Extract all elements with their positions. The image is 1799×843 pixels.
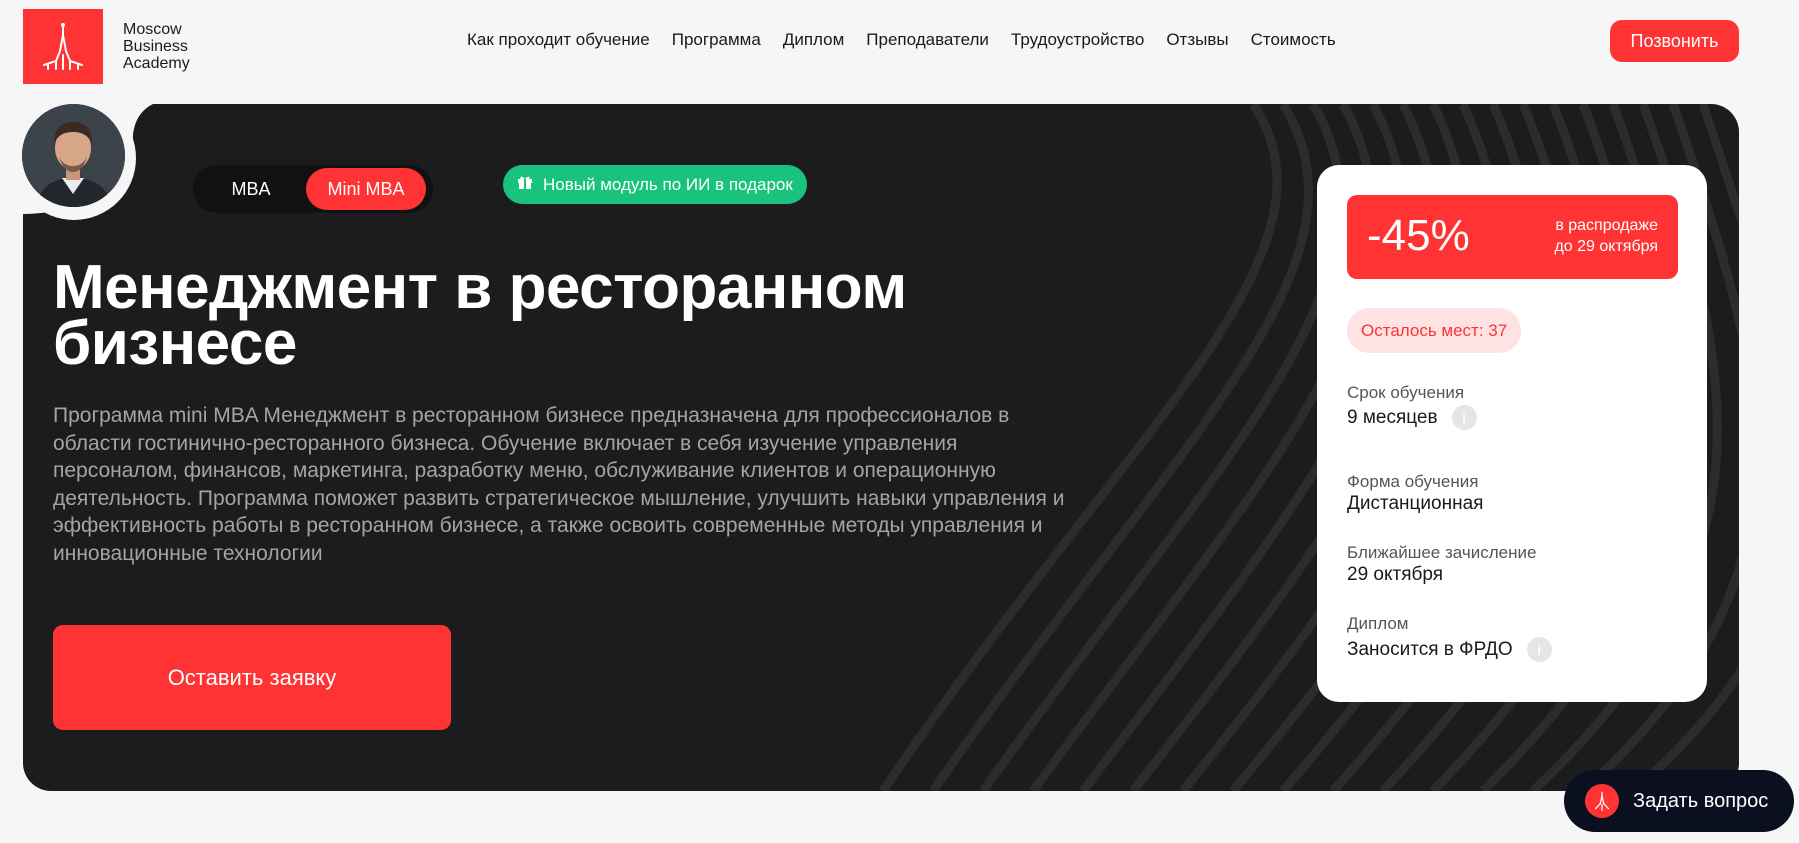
- gift-label: Новый модуль по ИИ в подарок: [543, 174, 793, 194]
- enroll-value-text: 29 октября: [1347, 564, 1444, 585]
- page-title-line: бизнесе: [53, 309, 297, 378]
- duration-label: Срок обучения: [1347, 383, 1465, 402]
- enroll-value: 29 октября: [1347, 564, 1443, 586]
- form-label: Форма обучения: [1347, 472, 1479, 491]
- sale-note-line: до 29 октября: [1554, 238, 1658, 255]
- nav-item-teachers[interactable]: Преподаватели: [866, 30, 989, 50]
- form-value-text: Дистанционная: [1347, 493, 1484, 514]
- nav-item-diploma[interactable]: Диплом: [783, 30, 844, 50]
- program-toggle: MBA Mini MBA: [193, 165, 433, 213]
- brand-name-line: Business: [123, 38, 188, 55]
- discount-banner: -45% в распродаже до 29 октября: [1347, 195, 1678, 279]
- program-info-card: -45% в распродаже до 29 октября Осталось…: [1317, 165, 1707, 702]
- brand-logo[interactable]: Moscow Business Academy: [23, 9, 233, 84]
- brand-name: Moscow Business Academy: [123, 21, 233, 72]
- ask-question-button[interactable]: Задать вопрос: [1564, 770, 1794, 832]
- description-line: деятельность. Программа поможет развить …: [53, 486, 1065, 510]
- nav-item-learning[interactable]: Как проходит обучение: [467, 30, 650, 50]
- sale-note: в распродаже до 29 октября: [1554, 215, 1658, 257]
- apply-button[interactable]: Оставить заявку: [53, 625, 451, 730]
- program-description: Программа mini MBA Менеджмент в ресторан…: [53, 402, 1163, 567]
- nav-item-employment[interactable]: Трудоустройство: [1011, 30, 1144, 50]
- call-button[interactable]: Позвонить: [1610, 20, 1739, 62]
- diploma-value: Заносится в ФРДО: [1347, 638, 1513, 660]
- description-line: эффективность работы в ресторанном бизне…: [53, 514, 1043, 537]
- seats-left-badge: Осталось мест: 37: [1347, 308, 1522, 353]
- description-line: Программа mini MBA Менеджмент в ресторан…: [53, 404, 1010, 427]
- kremlin-logo-icon: [1585, 784, 1619, 818]
- ask-question-label: Задать вопрос: [1633, 789, 1769, 812]
- nav-item-reviews[interactable]: Отзывы: [1166, 30, 1228, 50]
- main-nav: Как проходит обучение Программа Диплом П…: [467, 30, 1336, 50]
- enroll-label: Ближайшее зачисление: [1347, 543, 1537, 562]
- brand-name-line: Academy: [123, 55, 190, 72]
- duration-value: 9 месяцев: [1347, 406, 1438, 428]
- site-header: Moscow Business Academy Как проходит обу…: [0, 0, 1799, 90]
- nav-item-program[interactable]: Программа: [672, 30, 761, 50]
- gift-icon: [517, 174, 533, 195]
- page-title: Менеджмент в ресторанном бизнесе: [53, 253, 1053, 378]
- brand-name-line: Moscow: [123, 21, 182, 38]
- description-line: области гостинично-ресторанного бизнеса.…: [53, 431, 958, 455]
- toggle-mini-mba[interactable]: Mini MBA: [306, 168, 426, 210]
- description-line: инновационные технологии: [53, 541, 323, 565]
- advisor-avatar: [22, 104, 125, 207]
- form-value: Дистанционная: [1347, 493, 1483, 515]
- gift-badge[interactable]: Новый модуль по ИИ в подарок: [503, 165, 807, 204]
- nav-item-price[interactable]: Стоимость: [1251, 30, 1336, 50]
- sale-note-line: в распродаже: [1555, 217, 1658, 234]
- discount-percent: -45%: [1367, 211, 1470, 260]
- diploma-value-row: Заносится в ФРДО i: [1347, 637, 1552, 662]
- page-title-line: Менеджмент в ресторанном: [53, 253, 907, 322]
- diploma-label: Диплом: [1347, 614, 1409, 633]
- kremlin-logo-icon: [23, 9, 103, 84]
- info-icon[interactable]: i: [1451, 405, 1477, 430]
- toggle-mba[interactable]: MBA: [196, 168, 306, 210]
- info-icon[interactable]: i: [1526, 637, 1552, 662]
- duration-value-row: 9 месяцев i: [1347, 405, 1477, 430]
- description-line: персоналом, финансов, маркетинга, разраб…: [53, 459, 996, 482]
